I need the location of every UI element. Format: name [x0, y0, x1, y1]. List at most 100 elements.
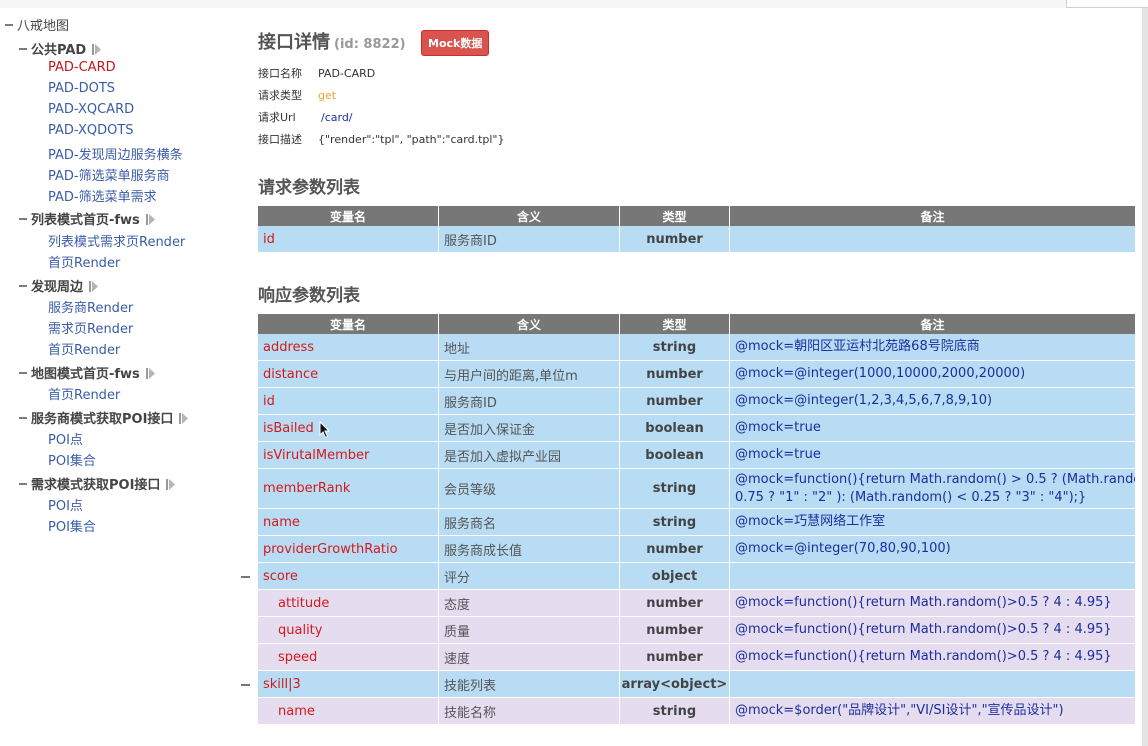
column-header-name: 变量名: [258, 206, 439, 226]
param-name: id: [258, 388, 439, 415]
param-remark: @mock=@integer(1,2,3,4,5,6,7,8,9,10): [730, 388, 1136, 415]
param-type: array<object>: [620, 671, 730, 698]
column-header-remark: 备注: [730, 206, 1136, 226]
info-url-label: 请求Url: [258, 111, 296, 124]
vertical-scrollbar[interactable]: [1142, 8, 1148, 746]
table-row: isBailed 是否加入保证金 boolean @mock=true: [258, 415, 1136, 442]
param-meaning: 技能列表: [439, 671, 620, 698]
collapse-all-icon[interactable]: [89, 281, 99, 292]
row-collapse-minus-icon[interactable]: [241, 684, 250, 686]
param-name: id: [258, 226, 439, 253]
info-type-label: 请求类型: [258, 89, 302, 102]
param-remark: @mock=朝阳区亚运村北苑路68号院底商: [730, 334, 1136, 361]
param-type: number: [620, 644, 730, 671]
param-type: boolean: [620, 415, 730, 442]
sidebar-item[interactable]: 首页Render: [48, 252, 120, 271]
collapse-all-icon[interactable]: [166, 479, 176, 490]
top-right-button[interactable]: [1066, 0, 1148, 8]
table-row: name 服务商名 string @mock=巧慧网络工作室: [258, 509, 1136, 536]
sidebar-item[interactable]: PAD-XQCARD: [48, 102, 134, 117]
param-remark-line: 0.75 ? "1" : "2" ): (Math.random() < 0.2…: [735, 489, 1087, 505]
column-header-remark: 备注: [730, 314, 1136, 334]
sidebar-item[interactable]: POI点: [48, 495, 83, 514]
collapse-all-icon[interactable]: [92, 44, 102, 55]
param-meaning: 地址: [439, 334, 620, 361]
mock-data-button[interactable]: Mock数据: [421, 30, 490, 56]
tree-group-3[interactable]: 地图模式首页-fws: [19, 363, 155, 382]
tree-group-4[interactable]: 服务商模式获取POI接口: [19, 408, 189, 427]
param-remark: @mock=巧慧网络工作室: [730, 509, 1136, 536]
param-remark: @mock=@integer(1000,10000,2000,20000): [730, 361, 1136, 388]
info-desc-value: {"render":"tpl", "path":"card.tpl"}: [318, 133, 505, 146]
request-params-title: 请求参数列表: [258, 178, 360, 198]
param-remark: @mock=$order("品牌设计","VI/SI设计","宣传品设计"): [730, 698, 1136, 725]
sidebar-item[interactable]: 需求页Render: [48, 318, 133, 337]
param-type: number: [620, 226, 730, 253]
sidebar-item[interactable]: 列表模式需求页Render: [48, 231, 185, 250]
sidebar-item[interactable]: PAD-CARD: [48, 60, 116, 75]
param-remark: [730, 226, 1136, 253]
collapse-minus-icon[interactable]: [19, 482, 27, 485]
param-name: isBailed: [258, 415, 439, 442]
collapse-all-icon[interactable]: [145, 368, 155, 379]
sidebar-item[interactable]: POI集合: [48, 450, 96, 469]
sidebar-item[interactable]: 服务商Render: [48, 297, 133, 316]
table-row: distance 与用户间的距离,单位m number @mock=@integer(…: [258, 361, 1136, 388]
param-remark: @mock=function(){return Math.random()>0.…: [730, 590, 1136, 617]
tree-group-0[interactable]: 公共PAD: [19, 39, 102, 58]
tree-group-label: 列表模式首页-fws: [31, 213, 140, 228]
param-remark: [730, 671, 1136, 698]
sidebar-item[interactable]: PAD-发现周边服务横条: [48, 144, 183, 163]
param-remark: @mock=function(){return Math.random()>0.…: [730, 644, 1136, 671]
tree-group-5[interactable]: 需求模式获取POI接口: [19, 474, 176, 493]
param-meaning: 与用户间的距离,单位m: [439, 361, 620, 388]
param-meaning: 会员等级: [439, 469, 620, 509]
param-meaning: 是否加入保证金: [439, 415, 620, 442]
tree-root[interactable]: 八戒地图: [5, 15, 69, 34]
column-header-meaning: 含义: [439, 314, 620, 334]
param-remark: @mock=function(){return Math.random() > …: [730, 469, 1136, 509]
tree-group-1[interactable]: 列表模式首页-fws: [19, 209, 155, 228]
collapse-all-icon[interactable]: [179, 413, 189, 424]
collapse-minus-icon[interactable]: [19, 47, 27, 50]
mouse-cursor-icon: [319, 421, 331, 439]
info-type-row: 请求类型 get: [258, 87, 336, 103]
request-params-table: 变量名 含义 类型 备注 id 服务商ID number: [258, 206, 1136, 253]
sidebar-item[interactable]: PAD-筛选菜单需求: [48, 186, 157, 205]
param-name: memberRank: [258, 469, 439, 509]
tree-group-label: 服务商模式获取POI接口: [31, 412, 174, 427]
column-header-type: 类型: [620, 206, 730, 226]
param-name: address: [258, 334, 439, 361]
info-name-value: PAD-CARD: [318, 67, 376, 80]
collapse-minus-icon[interactable]: [19, 284, 27, 287]
sidebar-item[interactable]: PAD-XQDOTS: [48, 123, 134, 138]
tree-group-2[interactable]: 发现周边: [19, 276, 99, 295]
collapse-minus-icon[interactable]: [19, 217, 27, 220]
param-name: isVirutalMember: [258, 442, 439, 469]
table-row: id 服务商ID number: [258, 226, 1136, 253]
sidebar-item[interactable]: 首页Render: [48, 384, 120, 403]
sidebar-item[interactable]: PAD-筛选菜单服务商: [48, 165, 170, 184]
param-name: name: [258, 509, 439, 536]
param-name: skill|3: [258, 671, 439, 698]
column-header-name: 变量名: [258, 314, 439, 334]
sidebar-item[interactable]: 首页Render: [48, 339, 120, 358]
param-type: number: [620, 617, 730, 644]
param-meaning: 评分: [439, 563, 620, 590]
sidebar-item[interactable]: POI点: [48, 429, 83, 448]
page-title-text: 接口详情: [258, 32, 330, 53]
collapse-minus-icon[interactable]: [5, 23, 13, 26]
table-row: skill|3 技能列表 array<object>: [258, 671, 1136, 698]
info-url-row: 请求Url/card/: [258, 109, 353, 125]
param-remark: @mock=true: [730, 415, 1136, 442]
collapse-minus-icon[interactable]: [19, 416, 27, 419]
table-row: memberRank 会员等级 string @mock=function(){ret…: [258, 469, 1136, 509]
collapse-all-icon[interactable]: [145, 214, 155, 225]
tree-group-label: 地图模式首页-fws: [31, 367, 140, 382]
sidebar-item[interactable]: POI集合: [48, 516, 96, 535]
row-collapse-minus-icon[interactable]: [241, 576, 250, 578]
collapse-minus-icon[interactable]: [19, 371, 27, 374]
sidebar-item[interactable]: PAD-DOTS: [48, 81, 115, 96]
param-type: string: [620, 509, 730, 536]
param-meaning: 质量: [439, 617, 620, 644]
